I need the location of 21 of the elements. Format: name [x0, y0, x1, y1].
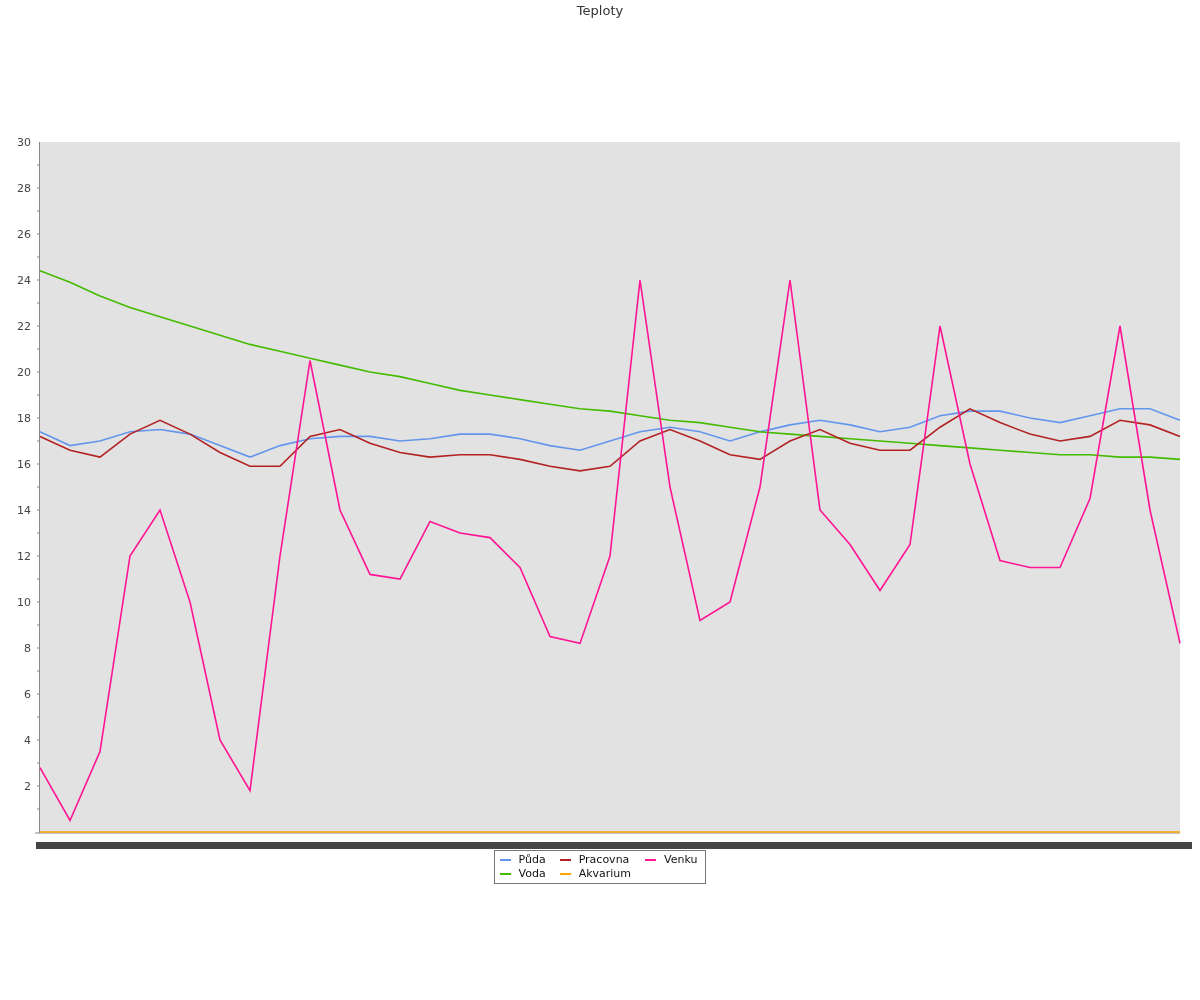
legend-label: Venku	[664, 853, 698, 866]
y-tick-label: 18	[17, 412, 31, 425]
legend-label: Pracovna	[578, 853, 630, 866]
y-tick-label: 6	[24, 688, 31, 701]
y-tick-label: 4	[24, 734, 31, 747]
y-tick-label: 12	[17, 550, 31, 563]
y-tick-label: 30	[17, 136, 31, 149]
chart-title: Teploty	[576, 2, 624, 20]
y-tick-label: 22	[17, 320, 31, 333]
legend-label: Akvarium	[578, 867, 632, 880]
y-tick-label: 10	[17, 596, 31, 609]
legend-label: Půda	[518, 853, 546, 866]
y-tick-label: 26	[17, 228, 31, 241]
y-tick-label: 24	[17, 274, 31, 287]
y-tick-label: 28	[17, 182, 31, 195]
y-tick-label: 2	[24, 780, 31, 793]
y-tick-label: 16	[17, 458, 31, 471]
y-tick-label: 8	[24, 642, 31, 655]
y-tick-label: 20	[17, 366, 31, 379]
legend-label: Voda	[518, 867, 546, 880]
y-tick-label: 14	[17, 504, 31, 517]
